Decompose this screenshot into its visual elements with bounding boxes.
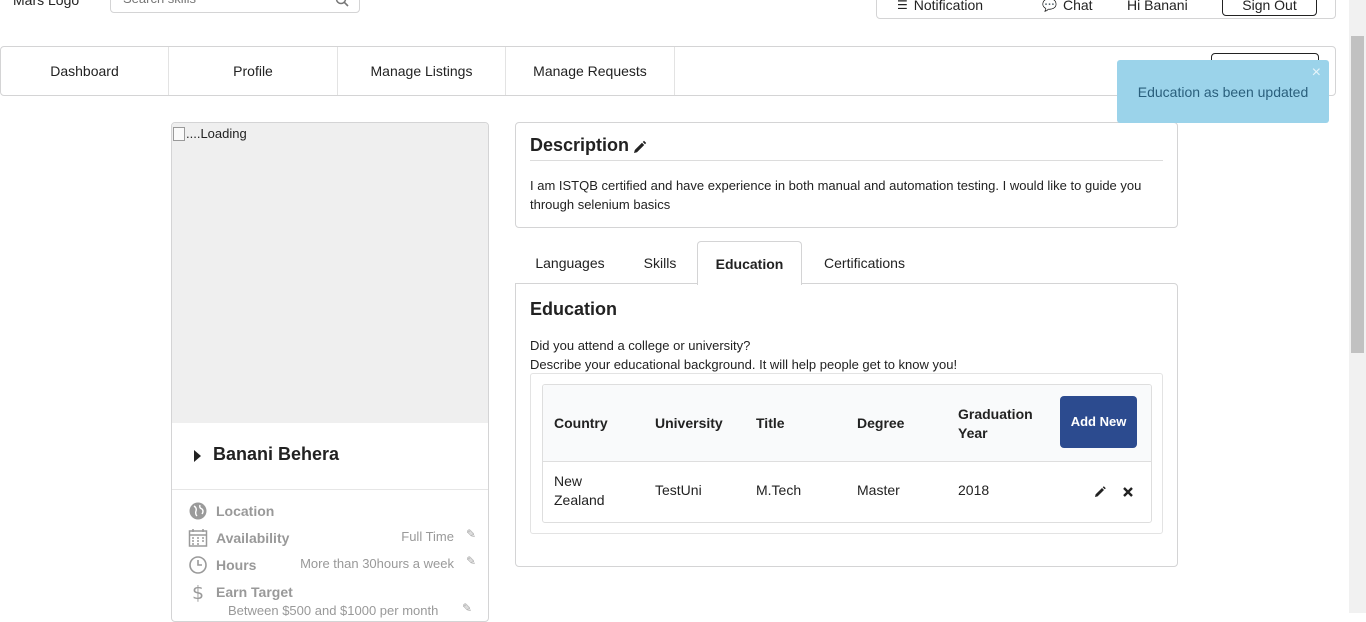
profile-name-row[interactable]: Banani Behera	[172, 424, 488, 490]
earn-target-row: $ Earn Target	[188, 581, 478, 605]
dollar-icon: $	[192, 582, 204, 602]
tab-skills[interactable]: Skills	[630, 241, 690, 285]
description-title: Description	[530, 135, 630, 155]
education-prompt: Describe your educational background. It…	[530, 357, 958, 372]
table-header: Country University Title Degree Graduati…	[543, 385, 1151, 462]
pencil-icon[interactable]	[631, 140, 647, 156]
add-new-button[interactable]: Add New	[1060, 396, 1137, 448]
column-header-graduation-year: Graduation Year	[958, 406, 1033, 441]
edit-row-icon[interactable]	[1093, 485, 1107, 499]
nav-item-manage-listings[interactable]: Manage Listings	[338, 47, 506, 95]
tab-education[interactable]: Education	[697, 241, 802, 285]
search-icon[interactable]	[335, 0, 349, 7]
hours-row: Hours More than 30hours a week ✎	[188, 554, 478, 578]
chat-link[interactable]: 💬 Chat	[1042, 0, 1093, 13]
location-label: Location	[216, 503, 275, 519]
notification-menu[interactable]: ☰ Notification	[897, 0, 983, 13]
photo-loading-text: ....Loading	[186, 126, 247, 141]
description-card: Description I am ISTQB certified and hav…	[515, 122, 1178, 228]
availability-row: Availability Full Time ✎	[188, 527, 478, 551]
column-header-title: Title	[756, 415, 785, 431]
earn-target-label: Earn Target	[216, 584, 293, 600]
toast-message: Education as been updated	[1137, 83, 1309, 100]
chat-label: Chat	[1062, 0, 1093, 13]
close-icon[interactable]: ×	[1312, 65, 1321, 81]
broken-image-icon	[173, 126, 185, 141]
tab-languages[interactable]: Languages	[524, 241, 616, 285]
cell-title: M.Tech	[756, 482, 802, 498]
site-logo[interactable]: Mars Logo	[13, 0, 79, 8]
column-header-degree: Degree	[857, 415, 905, 431]
education-question: Did you attend a college or university?	[530, 338, 751, 353]
sign-out-button[interactable]: Sign Out	[1222, 0, 1317, 16]
profile-photo: ....Loading	[172, 123, 488, 423]
cell-university: TestUni	[655, 482, 702, 498]
nav-item-manage-requests[interactable]: Manage Requests	[506, 47, 675, 95]
globe-icon	[189, 502, 207, 520]
column-header-country: Country	[554, 415, 608, 431]
toast-notification: × Education as been updated	[1117, 60, 1329, 123]
education-table-wrapper: Country University Title Degree Graduati…	[530, 373, 1163, 534]
availability-value: Full Time	[401, 529, 454, 544]
delete-row-icon[interactable]	[1121, 485, 1135, 499]
cell-graduation-year: 2018	[958, 482, 990, 498]
tab-certifications[interactable]: Certifications	[812, 241, 917, 285]
search-bar	[110, 0, 360, 13]
cell-country: New Zealand	[554, 473, 605, 508]
hours-value: More than 30hours a week	[300, 556, 454, 571]
profile-card: ....Loading Banani Behera Location Avail…	[171, 122, 489, 622]
edit-availability-icon[interactable]: ✎	[466, 527, 476, 541]
availability-label: Availability	[216, 530, 290, 546]
cell-degree: Master	[857, 482, 900, 498]
clock-icon	[189, 556, 207, 574]
earn-target-value: Between $500 and $1000 per month	[228, 603, 439, 618]
caret-right-icon[interactable]	[194, 450, 201, 462]
photo-alt-text: ....Loading	[173, 126, 247, 141]
edit-hours-icon[interactable]: ✎	[466, 554, 476, 568]
education-panel: Education Did you attend a college or un…	[515, 283, 1178, 567]
hours-label: Hours	[216, 557, 257, 573]
chat-icon: 💬	[1042, 0, 1057, 12]
education-intro: Did you attend a college or university? …	[530, 336, 957, 374]
education-table: Country University Title Degree Graduati…	[542, 384, 1152, 523]
description-header: Description	[530, 135, 1163, 161]
nav-item-dashboard[interactable]: Dashboard	[1, 47, 169, 95]
column-header-university: University	[655, 415, 723, 431]
profile-name: Banani Behera	[213, 444, 340, 464]
description-text: I am ISTQB certified and have experience…	[530, 178, 1142, 212]
search-input[interactable]	[111, 0, 311, 12]
education-title: Education	[530, 299, 618, 319]
nav-item-profile[interactable]: Profile	[169, 47, 338, 95]
calendar-icon	[188, 529, 208, 547]
page-scrollbar-thumb[interactable]	[1351, 36, 1364, 353]
list-icon: ☰	[897, 0, 908, 12]
notification-label: Notification	[913, 0, 984, 13]
svg-text:$: $	[192, 582, 204, 602]
greeting: Hi Banani	[1127, 0, 1188, 13]
location-row: Location	[188, 500, 478, 524]
